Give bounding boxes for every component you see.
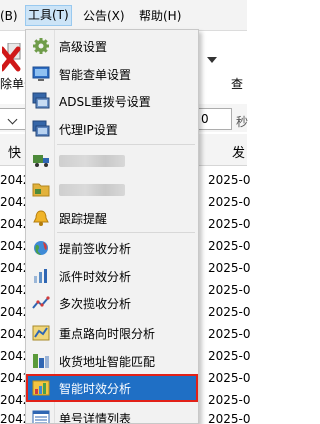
seconds-label: 秒 — [236, 115, 249, 129]
proxy-icon — [32, 120, 50, 138]
column-header-tracking[interactable]: 快 — [8, 142, 21, 161]
address-icon — [32, 352, 50, 370]
map-icon — [32, 324, 50, 342]
menu-separator — [57, 144, 195, 145]
truck-icon — [32, 151, 50, 169]
menu-item-smart-time-analysis[interactable]: 智能时效分析 — [26, 374, 198, 402]
bar-chart-icon — [32, 267, 50, 285]
menu-item-label: 代理IP设置 — [59, 123, 118, 137]
date-cell: 2025-0 — [208, 239, 251, 253]
chevron-down-icon — [7, 114, 18, 125]
menu-item-label: 派件时效分析 — [59, 270, 132, 284]
menu-item-label: ADSL重拨号设置 — [59, 95, 151, 109]
dropdown-arrow-icon[interactable] — [207, 57, 217, 63]
menu-item-label: 单号详情列表 — [59, 412, 132, 424]
menu-item-label: 重点路向时限分析 — [59, 327, 156, 341]
folder-icon — [32, 180, 50, 198]
delete-icon[interactable] — [0, 42, 22, 73]
menu-item-label: 智能时效分析 — [59, 382, 132, 396]
menu-separator — [57, 232, 195, 233]
interval-input[interactable]: 0 — [196, 108, 232, 130]
date-cell: 2025-0 — [208, 261, 251, 275]
line-chart-icon — [32, 294, 50, 312]
menu-item-label: 提前签收分析 — [59, 242, 132, 256]
menu-item-label: 智能查单设置 — [59, 68, 132, 82]
date-cell: 2025-0 — [208, 283, 251, 297]
menu-item-early-sign-analysis[interactable]: 提前签收分析 — [27, 235, 197, 261]
menu-item-help[interactable]: 帮助(H) — [139, 8, 181, 24]
date-cell: 2025-0 — [208, 305, 251, 319]
date-cell: 2025-0 — [208, 195, 251, 209]
menu-item-address-smart-match[interactable]: 收货地址智能匹配 — [27, 348, 197, 374]
menu-item-blurred-2[interactable] — [27, 176, 197, 202]
monitor-icon — [32, 65, 50, 83]
column-header-send-time[interactable]: 发 — [232, 142, 245, 161]
date-cell: 2025-0 — [208, 349, 251, 363]
smart-chart-icon — [32, 379, 50, 397]
menu-item-announcements[interactable]: 公告(X) — [83, 8, 125, 24]
date-cell: 2025-0 — [208, 173, 251, 187]
menu-item-smart-query-settings[interactable]: 智能查单设置 — [27, 61, 197, 87]
menu-item-tools[interactable]: 工具(T) — [25, 5, 72, 26]
menu-bar: (B) 工具(T) 公告(X) 帮助(H) — [0, 0, 247, 30]
redacted-label — [59, 184, 125, 196]
network-icon — [32, 92, 50, 110]
menu-item-label: 跟踪提醒 — [59, 212, 108, 226]
filter-combo[interactable] — [0, 108, 28, 130]
date-cell: 2025-0 — [208, 393, 251, 407]
menu-item-proxy-ip-settings[interactable]: 代理IP设置 — [27, 116, 197, 142]
tools-dropdown-menu: 高级设置 智能查单设置 ADSL重拨号设置 代理IP设置 跟踪提醒 提前签收分析… — [25, 29, 199, 424]
menu-item-adsl-redial-settings[interactable]: ADSL重拨号设置 — [27, 88, 197, 114]
gear-icon — [32, 37, 50, 55]
menu-item-advanced-settings[interactable]: 高级设置 — [27, 33, 197, 59]
date-cell: 2025-0 — [208, 371, 251, 385]
menu-item-tracking-reminder[interactable]: 跟踪提醒 — [27, 205, 197, 231]
date-cell: 2025-0 — [208, 217, 251, 231]
menu-item-label: 高级设置 — [59, 40, 108, 54]
menu-item-number-detail-list[interactable]: 单号详情列表 — [27, 405, 197, 424]
redacted-label — [59, 155, 125, 167]
menu-item-blurred-1[interactable] — [27, 147, 197, 173]
menu-item-key-route-limit-analysis[interactable]: 重点路向时限分析 — [27, 320, 197, 346]
globe-icon — [32, 239, 50, 257]
date-cell: 2025-0 — [208, 327, 251, 341]
list-icon — [32, 409, 50, 423]
query-button-label[interactable]: 查 — [231, 75, 243, 92]
menu-item-multiple-pickup-analysis[interactable]: 多次揽收分析 — [27, 290, 197, 316]
menu-item-label: 多次揽收分析 — [59, 297, 132, 311]
menu-item-delivery-time-analysis[interactable]: 派件时效分析 — [27, 263, 197, 289]
menu-item-b[interactable]: (B) — [0, 8, 18, 24]
menu-item-label: 收货地址智能匹配 — [59, 355, 156, 369]
date-cell: 2025-0 — [208, 412, 251, 424]
bell-icon — [32, 209, 50, 227]
